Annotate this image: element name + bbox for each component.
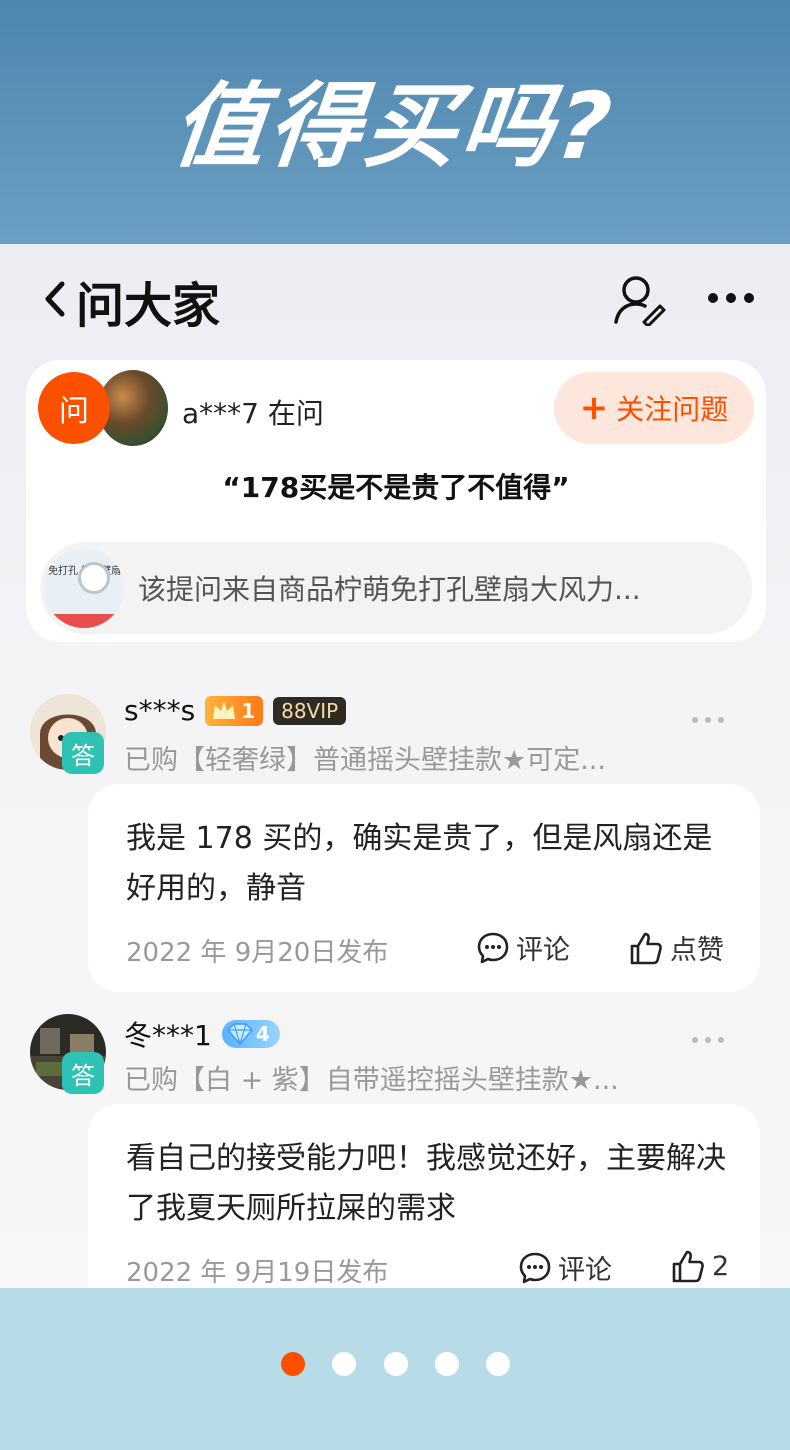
plus-icon: + (579, 388, 609, 428)
purchase-info: 已购【白 + 紫】自带遥控摇头壁挂款★... (124, 1065, 619, 1096)
answerer-name-row: s***s 1 88VIP (124, 694, 347, 727)
question-card: 问 a***7 在问 + 关注问题 “178买是不是贵了不值得” 免打孔 循环壁… (26, 360, 766, 642)
pager-dot-5[interactable] (486, 1352, 510, 1376)
thumbs-up-icon (672, 1250, 704, 1283)
product-thumbnail: 免打孔 循环壁扇 (44, 548, 124, 628)
level-badge: 1 (205, 695, 264, 726)
pager-dot-4[interactable] (435, 1352, 459, 1376)
answer-bubble: 看自己的接受能力吧！我感觉还好，主要解决了我夏天厕所拉屎的需求 2022 年 9… (88, 1104, 760, 1288)
answer-tag: 答 (62, 1052, 104, 1094)
product-text: 该提问来自商品柠萌免打孔壁扇大风力... (138, 573, 641, 606)
answer-text: 我是 178 买的，确实是贵了，但是风扇还是好用的，静音 (126, 821, 713, 906)
answer-text: 看自己的接受能力吧！我感觉还好，主要解决了我夏天厕所拉屎的需求 (126, 1141, 726, 1226)
pager-dot-3[interactable] (384, 1352, 408, 1376)
answer-bubble: 我是 178 买的，确实是贵了，但是风扇还是好用的，静音 2022 年 9月20… (88, 784, 760, 992)
like-label: 点赞 (670, 935, 724, 966)
banner-title: 值得买吗? (167, 72, 621, 180)
carousel-footer (0, 1288, 790, 1450)
like-count: 2 (712, 1250, 730, 1282)
level-number: 1 (241, 698, 256, 723)
answer-more-icon[interactable] (690, 710, 726, 730)
like-button[interactable]: 2 (670, 1248, 729, 1284)
purchase-info: 已购【轻奢绿】普通摇头壁挂款★可定... (124, 745, 606, 776)
fan-image (78, 562, 110, 594)
vip-badge: 88VIP (273, 696, 347, 725)
like-button[interactable]: 点赞 (628, 928, 724, 967)
answer-more-icon[interactable] (690, 1030, 726, 1050)
answer-date: 2022 年 9月20日发布 (126, 938, 389, 968)
banner: 值得买吗? (0, 0, 790, 244)
diamond-level-badge: 4 (221, 1020, 280, 1048)
question-badge: 问 (38, 372, 110, 444)
thumbs-up-icon (630, 932, 662, 964)
follow-question-label: 关注问题 (616, 393, 729, 426)
crown-icon (213, 700, 236, 719)
product-link[interactable]: 免打孔 循环壁扇 该提问来自商品柠萌免打孔壁扇大风力... (40, 542, 752, 634)
comment-label: 评论 (516, 935, 570, 966)
comment-icon (477, 932, 509, 963)
level-number: 4 (255, 1022, 270, 1046)
asker-name: a***7 在问 (182, 397, 324, 430)
answer-date: 2022 年 9月19日发布 (126, 1258, 389, 1288)
person-edit-icon[interactable] (612, 272, 666, 326)
question-text: “178买是不是贵了不值得” (222, 471, 570, 504)
comment-button[interactable]: 评论 (518, 1248, 612, 1287)
answerer-name-row: 冬***1 4 (124, 1014, 280, 1054)
diamond-icon (226, 1023, 253, 1046)
answerer-name: 冬***1 (124, 1019, 212, 1052)
back-arrow-icon[interactable] (36, 274, 76, 324)
answerer-name: s***s (124, 694, 196, 727)
pager-dot-2[interactable] (332, 1352, 356, 1376)
comment-button[interactable]: 评论 (476, 928, 570, 967)
pager-dot-1[interactable] (281, 1352, 305, 1376)
more-icon[interactable] (704, 280, 758, 316)
page-title: 问大家 (76, 278, 221, 334)
comment-label: 评论 (558, 1255, 612, 1286)
app-screen: 问大家 问 a***7 在问 + 关注问题 “178买是不是贵了不值得” 免打孔… (0, 244, 790, 1288)
follow-question-button[interactable]: + 关注问题 (554, 372, 754, 444)
nav-bar: 问大家 (0, 244, 790, 354)
thumb-bar (44, 614, 124, 628)
answer-tag: 答 (62, 732, 104, 774)
comment-icon (519, 1252, 551, 1283)
